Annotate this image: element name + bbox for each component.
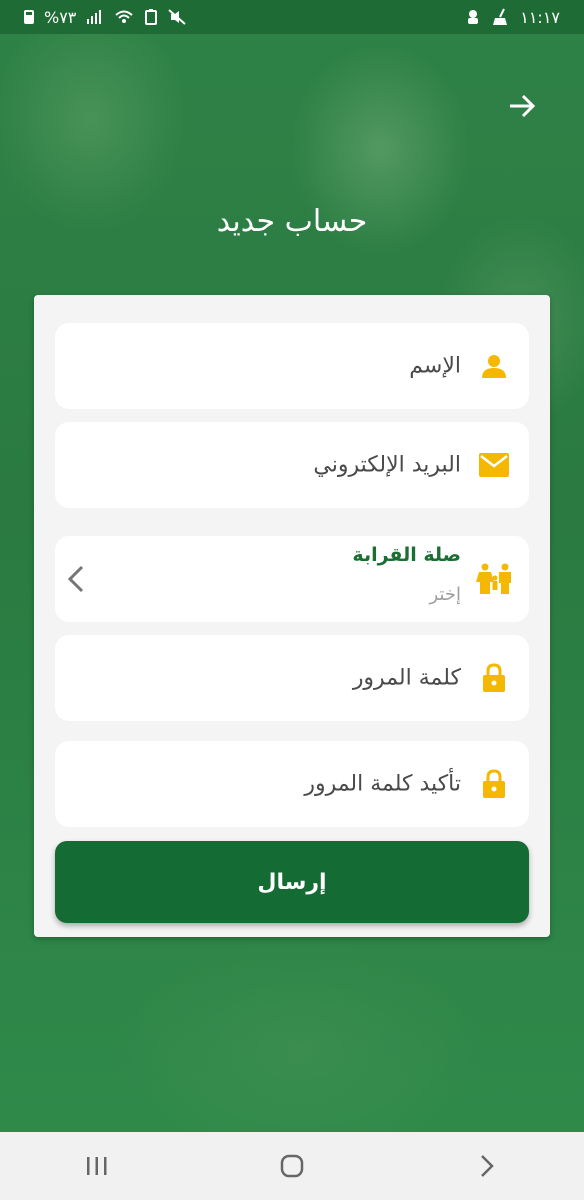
- password-label: كلمة المرور: [352, 665, 461, 691]
- submit-button[interactable]: إرسال: [55, 841, 529, 923]
- relation-title: صلة القرابة: [352, 544, 461, 566]
- battery-icon: [24, 10, 34, 24]
- page-title: حساب جديد: [216, 204, 368, 239]
- android-icon: [468, 10, 479, 24]
- person-icon: [479, 351, 509, 381]
- family-icon: [475, 563, 515, 594]
- relation-select[interactable]: صلة القرابة إختر: [55, 536, 529, 622]
- battery-saver-icon: [145, 9, 158, 25]
- back-icon[interactable]: [467, 1146, 507, 1186]
- email-label: البريد الإلكتروني: [313, 452, 461, 478]
- email-field[interactable]: البريد الإلكتروني: [55, 422, 529, 508]
- lock-icon: [479, 663, 509, 693]
- cleaner-icon: [493, 8, 508, 25]
- signup-card: الإسم البريد الإلكتروني صلة القرابة إختر: [34, 295, 550, 937]
- confirm-password-field[interactable]: تأكيد كلمة المرور: [55, 741, 529, 827]
- recents-icon[interactable]: [77, 1146, 117, 1186]
- status-left: %٧٣: [24, 7, 187, 27]
- chevron-left-icon: [67, 565, 84, 593]
- home-icon[interactable]: [272, 1146, 312, 1186]
- battery-percent: %٧٣: [44, 7, 77, 27]
- arrow-right-icon[interactable]: [506, 90, 538, 122]
- mail-icon: [479, 450, 509, 480]
- system-nav-bar: [0, 1132, 584, 1200]
- clock: ١١:١٧: [520, 7, 560, 27]
- lock-icon: [479, 769, 509, 799]
- signal-icon: [87, 10, 102, 24]
- status-right: ١١:١٧: [464, 8, 560, 27]
- password-field[interactable]: كلمة المرور: [55, 635, 529, 721]
- confirm-password-label: تأكيد كلمة المرور: [304, 771, 461, 797]
- name-field[interactable]: الإسم: [55, 323, 529, 409]
- relation-value: إختر: [429, 584, 462, 605]
- mute-icon: [168, 9, 187, 25]
- name-label: الإسم: [409, 353, 461, 379]
- status-bar: %٧٣ ١١:١٧: [0, 0, 584, 34]
- wifi-icon: [115, 10, 134, 23]
